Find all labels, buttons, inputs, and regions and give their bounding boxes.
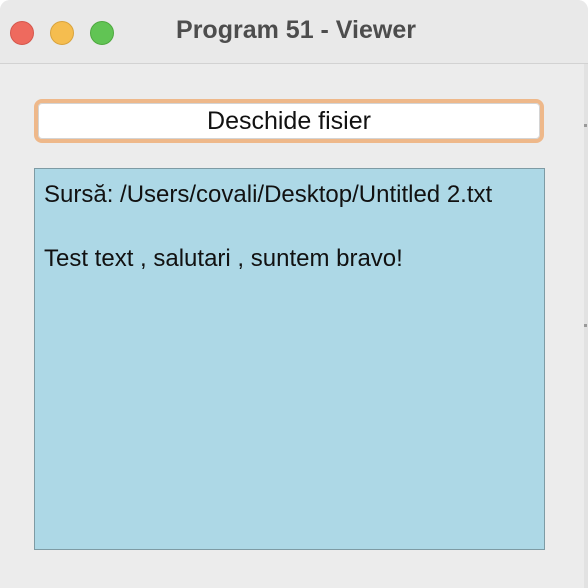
title-bar[interactable]: Program 51 - Viewer <box>0 0 588 64</box>
file-content-area[interactable]: Sursă: /Users/covali/Desktop/Untitled 2.… <box>34 168 545 550</box>
edge-mark <box>584 324 587 327</box>
source-path-text: Sursă: /Users/covali/Desktop/Untitled 2.… <box>44 181 493 208</box>
app-window: Program 51 - Viewer Deschide fisier Surs… <box>0 0 588 588</box>
edge-mark <box>584 124 587 127</box>
window-right-edge <box>584 64 588 588</box>
file-text: Test text , salutari , suntem bravo! <box>44 245 403 272</box>
open-file-button[interactable]: Deschide fisier <box>34 99 544 143</box>
window-title: Program 51 - Viewer <box>176 16 416 44</box>
